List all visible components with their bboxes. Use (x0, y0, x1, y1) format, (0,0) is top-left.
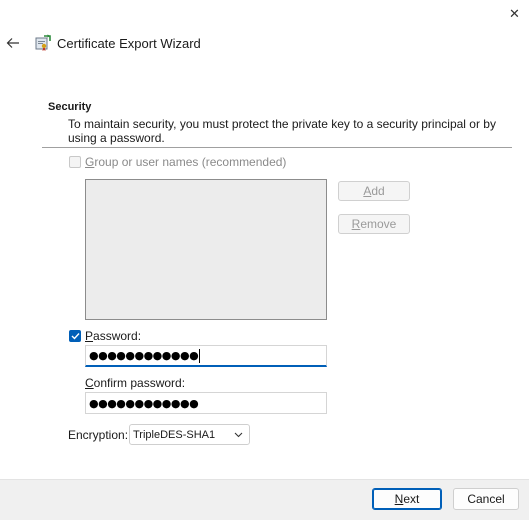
password-label: Password: (85, 329, 142, 343)
close-icon: ✕ (509, 6, 520, 22)
text-caret (199, 348, 201, 363)
group-or-user-label: Group or user names (recommended) (85, 155, 287, 169)
encryption-select[interactable]: TripleDES-SHA1 (129, 424, 250, 445)
password-checkbox[interactable] (69, 330, 81, 342)
encryption-selected-value: TripleDES-SHA1 (133, 428, 216, 441)
confirm-password-field[interactable]: ●●●●●●●●●●●● (85, 392, 327, 414)
password-value: ●●●●●●●●●●●● (89, 349, 199, 362)
certificate-wizard-icon (34, 34, 52, 52)
check-icon (71, 333, 80, 340)
confirm-password-value: ●●●●●●●●●●●● (89, 396, 199, 410)
wizard-title: Certificate Export Wizard (57, 36, 201, 51)
remove-button[interactable]: Remove (338, 214, 410, 234)
chevron-down-icon (234, 432, 243, 437)
footer-bar (0, 479, 529, 520)
back-button[interactable] (0, 30, 26, 56)
section-description: To maintain security, you must protect t… (68, 117, 496, 145)
section-heading: Security (48, 101, 92, 113)
encryption-label: Encryption: (68, 428, 129, 442)
section-divider (42, 147, 512, 148)
add-button[interactable]: Add (338, 181, 410, 201)
back-arrow-icon (6, 38, 19, 48)
group-or-user-checkbox[interactable] (69, 156, 81, 168)
confirm-password-label: Confirm password: (85, 376, 186, 390)
principal-list[interactable] (85, 179, 327, 320)
close-button[interactable]: ✕ (500, 0, 529, 28)
cancel-button[interactable]: Cancel (453, 488, 519, 510)
next-button[interactable]: Next (372, 488, 442, 510)
password-field[interactable]: ●●●●●●●●●●●● (85, 345, 327, 367)
